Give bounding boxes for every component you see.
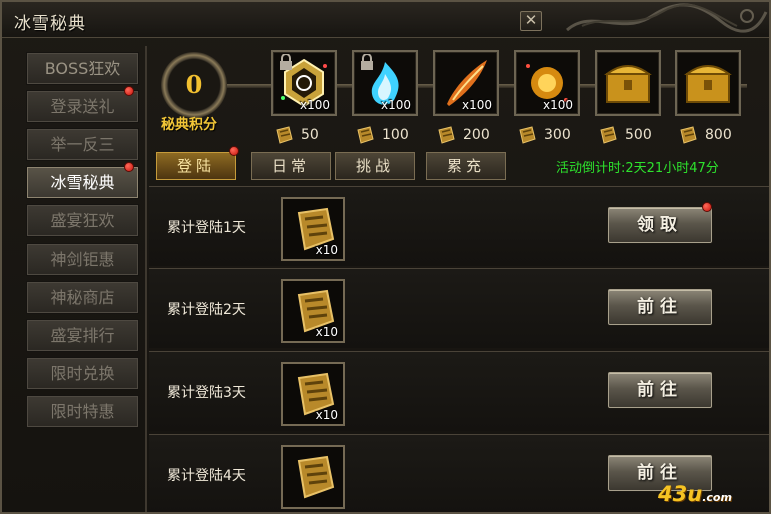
treasure-chest-icon bbox=[604, 65, 652, 103]
content-panel: 0 秘典积分 x100 50 x100 100 x100 200 x100 300 500 800… bbox=[145, 46, 769, 512]
task-reward-item[interactable]: x10 bbox=[281, 197, 345, 261]
reward-frame bbox=[675, 50, 741, 116]
task-reward-item[interactable]: x10 bbox=[281, 279, 345, 343]
close-button[interactable]: ✕ bbox=[520, 11, 542, 31]
task-reward-quantity: x10 bbox=[315, 243, 338, 257]
reward-frame: x100 bbox=[352, 50, 418, 116]
watermark-suffix: .com bbox=[702, 491, 732, 504]
watermark-main: 43u bbox=[658, 482, 703, 506]
reward-cost-value: 300 bbox=[544, 127, 571, 143]
gold-token-icon bbox=[519, 126, 536, 144]
reward-quantity: x100 bbox=[380, 98, 411, 112]
sidebar-item[interactable]: 神剑钜惠 bbox=[26, 242, 139, 276]
task-action-button[interactable]: 前往 bbox=[608, 372, 712, 408]
tab-2[interactable]: 挑战 bbox=[335, 152, 415, 180]
reward-frame bbox=[595, 50, 661, 116]
tab-1[interactable]: 日常 bbox=[251, 152, 331, 180]
activity-window: 冰雪秘典 ✕ BOSS狂欢 登录送礼 举一反三 冰雪秘典 盛宴狂欢 神剑钜惠 神秘商店 盛宴排… bbox=[0, 0, 771, 514]
task-reward-quantity: x10 bbox=[315, 408, 338, 422]
gold-token-icon bbox=[600, 126, 617, 144]
reward-quantity: x100 bbox=[299, 98, 330, 112]
reward-frame: x100 bbox=[514, 50, 580, 116]
task-label: 累计登陆2天 bbox=[167, 302, 246, 318]
reward-quantity: x100 bbox=[461, 98, 492, 112]
window-title: 冰雪秘典 bbox=[14, 14, 86, 34]
task-label: 累计登陆4天 bbox=[167, 468, 246, 484]
task-row: 累计登陆2天 x10 前往 bbox=[149, 268, 769, 348]
reward-cost-value: 200 bbox=[463, 127, 490, 143]
gold-token-icon bbox=[438, 126, 455, 144]
countdown-timer: 活动倒计时:2天21小时47分 bbox=[556, 161, 719, 176]
reward-cost-value: 800 bbox=[705, 127, 732, 143]
sidebar-item[interactable]: 冰雪秘典 bbox=[26, 166, 139, 200]
reward-cost-value: 500 bbox=[625, 127, 652, 143]
task-row: 累计登陆1天 x10 领取 bbox=[149, 186, 769, 266]
gold-token-icon bbox=[276, 126, 293, 144]
score-value: 0 bbox=[185, 70, 203, 99]
dragon-ornament-icon bbox=[566, 3, 768, 33]
task-reward-item[interactable]: x10 bbox=[281, 362, 345, 426]
reward-slot[interactable]: 800 bbox=[675, 50, 741, 144]
score-ring: 0 bbox=[161, 52, 227, 118]
gold-token-icon bbox=[357, 126, 374, 144]
task-action-button[interactable]: 领取 bbox=[608, 207, 712, 243]
sidebar-item[interactable]: 限时特惠 bbox=[26, 394, 139, 428]
task-action-button[interactable]: 前往 bbox=[608, 289, 712, 325]
score-label: 秘典积分 bbox=[161, 117, 217, 133]
title-bar[interactable]: 冰雪秘典 ✕ bbox=[2, 2, 769, 38]
lock-icon bbox=[361, 54, 373, 70]
task-reward-item[interactable] bbox=[281, 445, 345, 509]
tab-3[interactable]: 累充 bbox=[426, 152, 506, 180]
sidebar-item[interactable]: 神秘商店 bbox=[26, 280, 139, 314]
task-row: 累计登陆3天 x10 前往 bbox=[149, 351, 769, 431]
sidebar-item[interactable]: 限时兑换 bbox=[26, 356, 139, 390]
task-badge-dot bbox=[702, 202, 712, 212]
reward-slot[interactable]: x100 300 bbox=[514, 50, 580, 144]
sidebar-item[interactable]: 盛宴狂欢 bbox=[26, 204, 139, 238]
gold-token-icon bbox=[680, 126, 697, 144]
reward-slot[interactable]: 500 bbox=[595, 50, 661, 144]
tab-badge-dot bbox=[229, 146, 239, 156]
task-label: 累计登陆1天 bbox=[167, 220, 246, 236]
site-watermark: 43u.com bbox=[658, 482, 732, 506]
lock-icon bbox=[280, 54, 292, 70]
sidebar-item[interactable]: BOSS狂欢 bbox=[26, 52, 139, 85]
sidebar-item[interactable]: 盛宴排行 bbox=[26, 318, 139, 352]
tab-0[interactable]: 登陆 bbox=[156, 152, 236, 180]
category-sidebar: BOSS狂欢 登录送礼举一反三冰雪秘典盛宴狂欢神剑钜惠神秘商店盛宴排行限时兑换限时… bbox=[20, 48, 142, 428]
treasure-chest-icon bbox=[684, 65, 732, 103]
reward-frame: x100 bbox=[433, 50, 499, 116]
task-label: 累计登陆3天 bbox=[167, 385, 246, 401]
reward-slot[interactable]: x100 50 bbox=[271, 50, 337, 144]
sidebar-item[interactable]: 举一反三 bbox=[26, 128, 139, 162]
reward-quantity: x100 bbox=[542, 98, 573, 112]
reward-slot[interactable]: x100 200 bbox=[433, 50, 499, 144]
reward-cost-value: 50 bbox=[301, 127, 319, 143]
reward-frame: x100 bbox=[271, 50, 337, 116]
gold-token-icon bbox=[297, 455, 335, 499]
task-reward-quantity: x10 bbox=[315, 325, 338, 339]
reward-slot[interactable]: x100 100 bbox=[352, 50, 418, 144]
reward-cost-value: 100 bbox=[382, 127, 409, 143]
sidebar-item[interactable]: 登录送礼 bbox=[26, 90, 139, 124]
